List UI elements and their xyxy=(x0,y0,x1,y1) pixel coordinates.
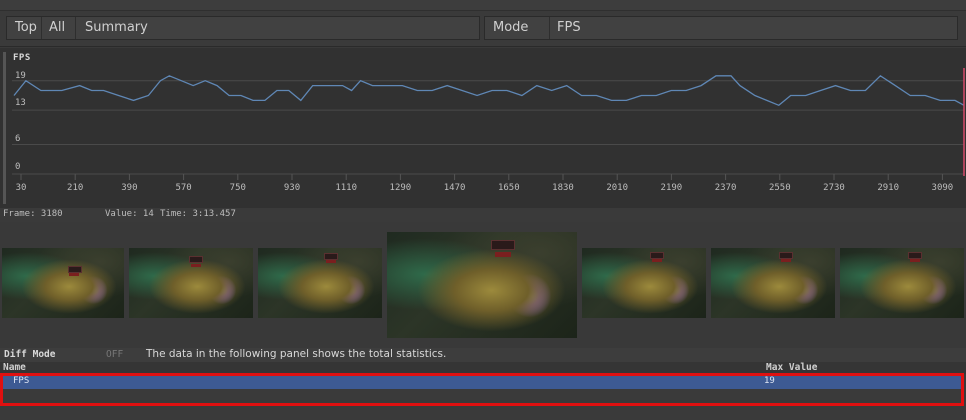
diff-mode-toggle[interactable]: OFF xyxy=(106,349,123,360)
x-tick-label: 30 xyxy=(15,183,27,193)
x-tick-label: 1830 xyxy=(552,183,574,193)
x-tick-label: 1650 xyxy=(497,183,520,193)
x-tick-label: 3090 xyxy=(931,183,954,193)
x-tick-label: 750 xyxy=(229,183,246,193)
toolbar: Top All Summary Mode FPS xyxy=(0,0,966,47)
frame-thumbnail[interactable] xyxy=(840,248,964,318)
x-tick-label: 2910 xyxy=(877,183,900,193)
fps-graph[interactable]: FPS 19 13 6 0 30 210 390 570 750 930 1110 1290 1… xyxy=(0,48,966,208)
screenshot-filmstrip[interactable] xyxy=(0,226,966,344)
frame-thumbnail[interactable] xyxy=(582,248,706,318)
fps-chart-svg xyxy=(12,68,965,180)
diff-mode-label: Diff Mode xyxy=(4,349,56,360)
frame-thumbnail-selected[interactable] xyxy=(387,232,577,338)
x-tick-label: 2370 xyxy=(714,183,737,193)
frame-thumbnail[interactable] xyxy=(2,248,124,318)
status-line: Frame: 3180 Value: 14 Time: 3:13.457 xyxy=(0,208,966,222)
all-option[interactable]: All xyxy=(41,17,75,39)
x-tick-label: 1290 xyxy=(389,183,412,193)
mode-label: Mode xyxy=(493,20,529,35)
summary-option[interactable]: Summary xyxy=(77,17,481,39)
x-tick-label: 930 xyxy=(283,183,301,193)
frame-thumbnail[interactable] xyxy=(711,248,835,318)
value-readout: Value: 14 xyxy=(105,209,154,219)
column-header-max-value[interactable]: Max Value xyxy=(766,362,817,373)
fps-series-line xyxy=(13,74,965,107)
x-tick-label: 390 xyxy=(121,183,138,193)
diff-mode-description: The data in the following panel shows th… xyxy=(146,348,447,360)
x-tick-label: 2010 xyxy=(606,183,629,193)
x-tick-label: 1470 xyxy=(443,183,466,193)
x-tick-label: 570 xyxy=(175,183,192,193)
diff-mode-bar: Diff Mode OFF The data in the following … xyxy=(0,348,966,362)
x-tick-label: 210 xyxy=(67,183,84,193)
mode-field[interactable]: Mode FPS xyxy=(484,16,958,40)
x-tick-label: 1110 xyxy=(335,183,358,193)
x-tick-label: 2550 xyxy=(768,183,791,193)
highlight-box xyxy=(0,373,964,406)
x-tick-label: 2730 xyxy=(823,183,845,193)
graph-resize-handle[interactable] xyxy=(3,52,6,204)
x-tick-label: 2190 xyxy=(660,183,683,193)
toolbar-strip xyxy=(0,0,966,11)
frame-readout: Frame: 3180 xyxy=(3,209,63,219)
time-readout: Time: 3:13.457 xyxy=(160,209,236,219)
filter-field[interactable]: Top All Summary xyxy=(6,16,480,40)
mode-value[interactable]: FPS xyxy=(549,17,957,39)
frame-thumbnail[interactable] xyxy=(258,248,382,318)
column-header-name[interactable]: Name xyxy=(3,362,26,373)
top-option[interactable]: Top xyxy=(7,17,41,39)
frame-thumbnail[interactable] xyxy=(129,248,253,318)
